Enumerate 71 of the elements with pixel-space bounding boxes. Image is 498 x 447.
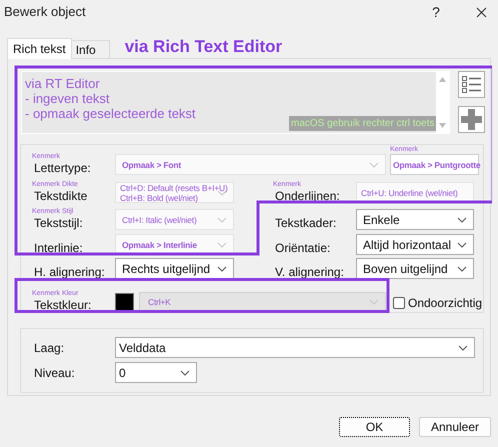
field-value: 0 [119,364,126,382]
input-field[interactable]: Opmaak > Puntgrootte [390,154,479,175]
chevron-down-icon [457,216,467,222]
hint-text: Ctrl+D: Default (resets B+I+U) [120,182,228,192]
dropdown[interactable]: Velddata [115,337,475,358]
tab[interactable]: Rich tekst [7,38,72,59]
add-button[interactable] [458,106,485,133]
hint-text: Opmaak > Font [122,160,182,170]
scrollbar[interactable] [436,72,449,133]
scroll-down-icon [439,123,446,128]
editor-text: - opmaak geselecteerde tekst [25,106,196,121]
field-label: Oriëntatie: [275,241,330,255]
checkbox[interactable] [393,297,405,309]
help-button[interactable]: ? [428,2,444,22]
field-value: Altijd horizontaal [363,238,452,252]
field-label: Lettertype: [34,161,91,175]
hint-text: Opmaak > Puntgrootte [393,160,480,170]
annotation-title: via Rich Text Editor [124,37,282,57]
dropdown[interactable]: 0 [115,362,197,383]
field-label: Tekstkader: [275,216,336,230]
chevron-down-icon [369,162,379,168]
checkbox-label: Ondoorzichtig [408,295,482,312]
chevron-down-icon [217,266,227,272]
field-value: Enkele [363,212,400,226]
scroll-up-icon [439,77,446,82]
dropdown[interactable]: Rechts uitgelijnd [115,258,234,279]
close-icon [476,6,486,18]
chevron-down-icon [217,216,227,222]
window-title: Bewerk object [4,3,86,22]
field-value: Velddata [119,340,166,356]
dropdown[interactable]: Ctrl+D: Default (resets B+I+U) Ctrl+B: Bold (wel/niet) [115,182,234,203]
field-value: Boven uitgelijnd [363,262,448,276]
field-label: Onderlijnen: [275,189,340,203]
field-value: Rechts uitgelijnd [122,262,210,276]
editor-text: - ingeven tekst [25,91,110,106]
editor-text: via RT Editor [25,76,100,91]
chevron-down-icon [457,266,467,272]
dropdown[interactable]: Enkele [356,209,474,230]
dialog-button[interactable]: OK [339,417,410,437]
dropdown[interactable]: Opmaak > Interlinie [115,234,234,255]
chevron-down-icon [458,344,468,350]
dialog-button[interactable]: Annuleer [419,417,491,437]
chevron-down-icon [180,370,190,376]
list-icon [461,75,482,94]
field-label: Tekstdikte [34,189,88,203]
field-label: Interlinie: [34,241,83,255]
hint-text: Ctrl+K [148,297,171,307]
hint-label: macOS gebruik rechter ctrl toets [289,116,436,131]
dropdown[interactable]: Ctrl+I: Italic (wel/niet) [115,209,234,230]
hint-text: Ctrl+U: Underline (wel/niet) [361,188,458,198]
hint-text: Ctrl+I: Italic (wel/niet) [122,214,197,224]
field-label: V. alignering: [275,265,344,279]
color-swatch[interactable] [115,293,134,311]
close-button[interactable] [474,5,488,19]
hint-text: Ctrl+B: Bold (wel/niet) [120,192,198,202]
dropdown[interactable]: Altijd horizontaal [356,234,474,255]
hint-text: Opmaak > Interlinie [122,240,197,250]
tab[interactable]: Info [72,40,110,58]
dropdown[interactable]: Opmaak > Font [115,154,386,175]
plus-icon [461,109,482,130]
field-label: Laag: [34,340,64,356]
field-label: Tekstkleur: [34,298,92,312]
field-label: Niveau: [34,364,75,382]
chevron-down-icon [457,242,467,248]
input-field[interactable]: Ctrl+U: Underline (wel/niet) [356,182,474,203]
field-label: Tekststijl: [34,216,83,230]
dropdown[interactable]: Boven uitgelijnd [356,258,474,279]
chevron-down-icon [217,242,227,248]
chevron-down-icon [369,299,379,305]
field-label: H. alignering: [34,265,105,279]
list-button[interactable] [458,71,485,98]
